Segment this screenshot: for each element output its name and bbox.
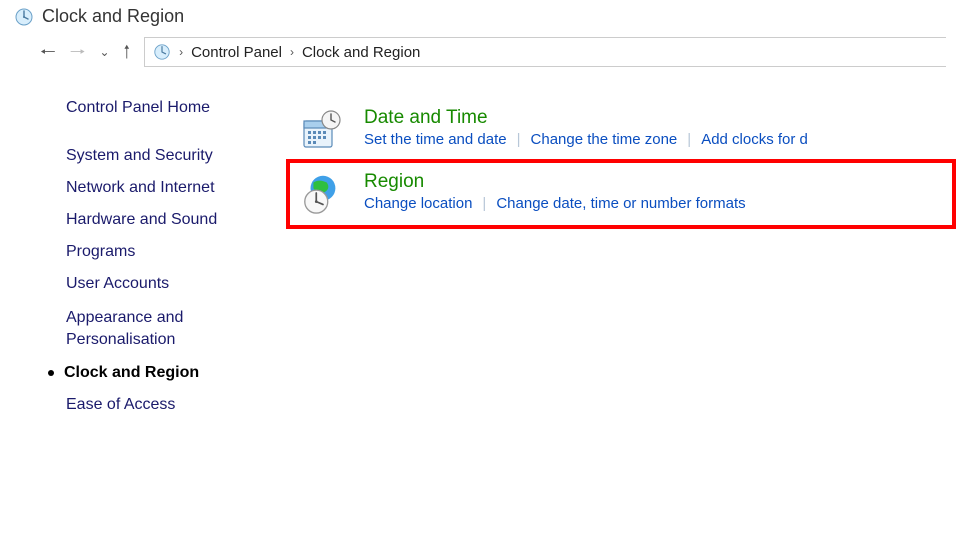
sidebar-item-label: Clock and Region — [64, 364, 199, 382]
sidebar-item-programs[interactable]: Programs — [66, 243, 290, 261]
date-time-icon — [300, 107, 344, 151]
task-set-time-date[interactable]: Set the time and date — [364, 131, 507, 148]
category-date-time: Date and Time Set the time and date | Ch… — [290, 99, 952, 161]
sidebar-item-ease-of-access[interactable]: Ease of Access — [66, 396, 290, 414]
task-links: Set the time and date | Change the time … — [364, 131, 948, 148]
window-title-bar: Clock and Region — [0, 0, 960, 37]
breadcrumb-segment[interactable]: Control Panel — [191, 44, 282, 61]
task-links: Change location | Change date, time or n… — [364, 195, 948, 212]
sidebar-item-clock-region[interactable]: Clock and Region — [66, 364, 290, 382]
task-add-clocks[interactable]: Add clocks for d — [701, 131, 808, 148]
sidebar-item-label: Programs — [66, 243, 135, 261]
category-body: Date and Time Set the time and date | Ch… — [364, 107, 948, 148]
sidebar-item-label: Hardware and Sound — [66, 211, 217, 229]
separator: | — [677, 131, 701, 148]
sidebar-item-label: User Accounts — [66, 275, 169, 293]
window-title: Clock and Region — [42, 6, 184, 27]
task-change-location[interactable]: Change location — [364, 195, 472, 212]
region-icon — [300, 171, 344, 215]
sidebar: Control Panel Home System and Security N… — [0, 99, 290, 428]
separator: | — [472, 195, 496, 212]
sidebar-item-hardware-sound[interactable]: Hardware and Sound — [66, 211, 290, 229]
main-area: Control Panel Home System and Security N… — [0, 73, 960, 428]
sidebar-item-label: Network and Internet — [66, 179, 215, 197]
address-bar[interactable]: › Control Panel › Clock and Region — [144, 37, 946, 67]
sidebar-item-label: System and Security — [66, 147, 213, 165]
category-region: Region Change location | Change date, ti… — [290, 163, 952, 225]
content-area: Date and Time Set the time and date | Ch… — [290, 99, 960, 428]
sidebar-home-label: Control Panel Home — [66, 99, 210, 117]
task-change-formats[interactable]: Change date, time or number formats — [496, 195, 745, 212]
breadcrumb-segment[interactable]: Clock and Region — [302, 44, 420, 61]
clock-region-icon — [14, 7, 34, 27]
sidebar-item-system-security[interactable]: System and Security — [66, 147, 290, 165]
sidebar-item-appearance[interactable]: Appearance andPersonalisation — [66, 307, 290, 350]
clock-region-icon — [153, 43, 171, 61]
sidebar-item-user-accounts[interactable]: User Accounts — [66, 275, 290, 293]
category-title[interactable]: Region — [364, 171, 948, 193]
chevron-right-icon[interactable]: › — [179, 45, 183, 59]
back-button[interactable]: 🠐 — [40, 43, 56, 61]
forward-button[interactable]: 🠒 — [70, 43, 86, 61]
nav-bar: 🠐 🠒 ⌄ 🠑 › Control Panel › Clock and Regi… — [0, 37, 960, 73]
up-button[interactable]: 🠑 — [124, 43, 131, 61]
sidebar-item-label: Appearance andPersonalisation — [66, 307, 183, 350]
task-change-time-zone[interactable]: Change the time zone — [531, 131, 678, 148]
separator: | — [507, 131, 531, 148]
sidebar-home[interactable]: Control Panel Home — [66, 99, 290, 117]
category-title[interactable]: Date and Time — [364, 107, 948, 129]
sidebar-item-label: Ease of Access — [66, 396, 175, 414]
chevron-right-icon[interactable]: › — [290, 45, 294, 59]
recent-dropdown[interactable]: ⌄ — [99, 46, 109, 58]
category-body: Region Change location | Change date, ti… — [364, 171, 948, 212]
bullet-icon — [48, 370, 54, 376]
sidebar-item-network-internet[interactable]: Network and Internet — [66, 179, 290, 197]
